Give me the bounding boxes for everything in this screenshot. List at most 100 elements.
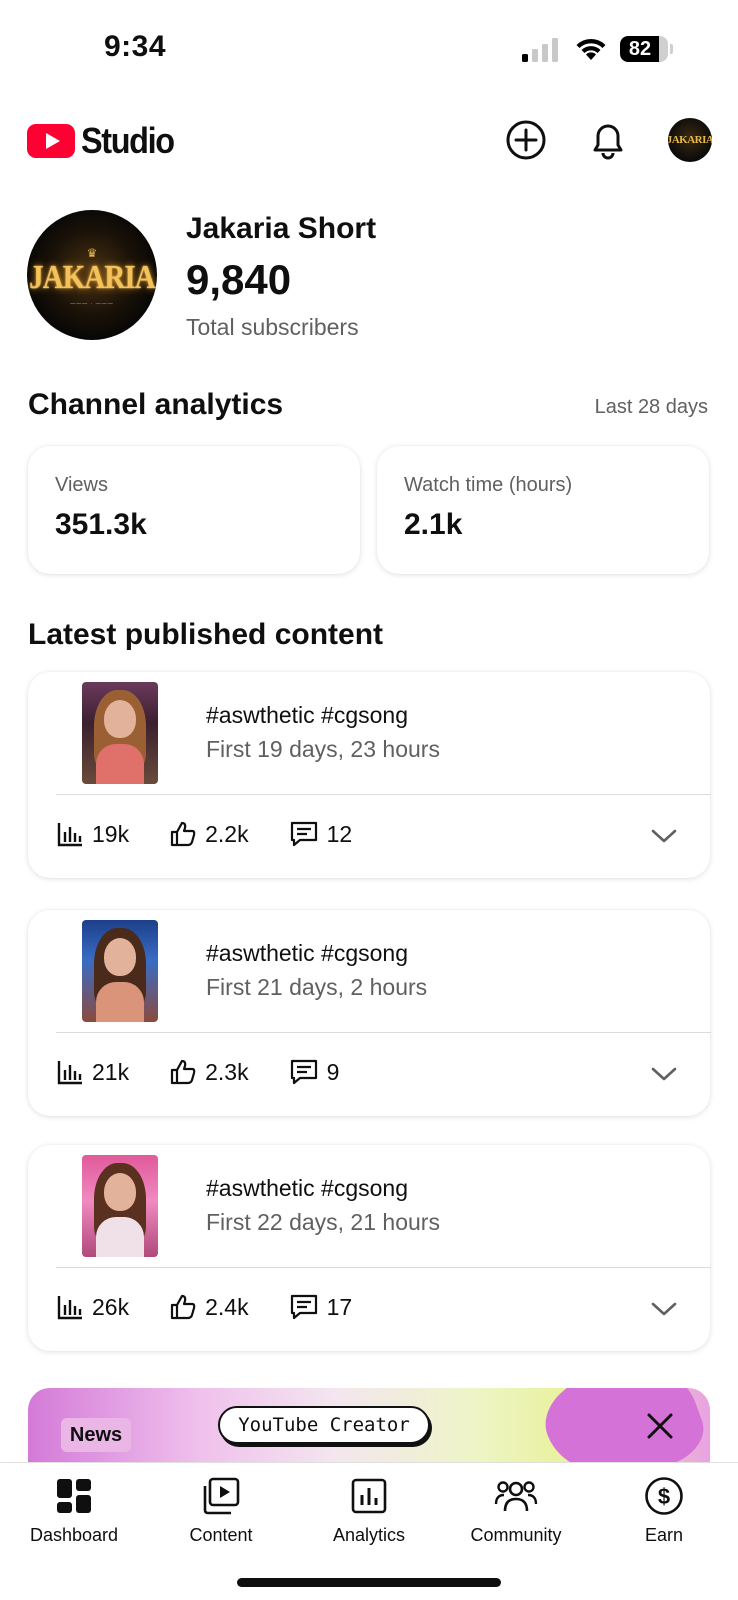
views-count: 19k [92,820,130,847]
chevron-down-icon [651,829,677,843]
news-banner[interactable]: News YouTube Creator [28,1388,710,1462]
cellular-signal-icon [522,38,558,62]
video-title: #aswthetic #cgsong [206,702,409,728]
nav-dashboard[interactable]: Dashboard [0,1473,148,1557]
likes-count: 2.3k [205,1058,249,1085]
likes-count: 2.4k [205,1293,249,1320]
video-metrics: 19k 2.2k 12 [56,816,392,852]
likes-metric: 2.4k [169,1293,249,1321]
views-metric: 21k [56,1058,129,1086]
likes-count: 2.2k [205,820,249,847]
channel-avatar[interactable]: ♛ JAKARIA ——— · ——— [27,210,157,340]
chevron-down-icon [651,1067,677,1081]
bar-chart-icon [57,823,82,847]
analytics-icon [351,1478,387,1514]
avatar-tagline-graphic: ——— · ——— [70,301,114,307]
nav-earn[interactable]: $ Earn [590,1473,738,1557]
views-card[interactable]: Views 351.3k [28,446,360,574]
likes-metric: 2.3k [169,1058,249,1086]
community-icon [494,1481,538,1512]
video-period: First 21 days, 2 hours [206,974,428,1000]
status-bar: 9:34 82 [0,0,738,100]
nav-content[interactable]: Content [147,1473,295,1557]
video-thumbnail[interactable] [82,1155,158,1257]
views-count: 21k [92,1058,130,1085]
nav-label: Earn [644,1525,684,1545]
comment-icon [290,1294,317,1320]
comments-count: 17 [326,1293,353,1320]
analytics-period: Last 28 days [594,396,708,418]
app-header: Studio JAKARIA [0,108,738,172]
battery-percent: 82 [628,38,652,60]
video-period: First 19 days, 23 hours [206,736,440,762]
views-count: 26k [92,1293,130,1320]
earn-icon: $ [645,1477,683,1515]
battery-indicator: 82 [620,36,673,62]
views-value: 351.3k [55,508,147,541]
content-icon [203,1477,240,1515]
nav-analytics[interactable]: Analytics [295,1473,443,1557]
comments-metric: 12 [289,820,353,848]
nav-label: Community [470,1525,562,1545]
views-label: Views [55,474,108,496]
status-time: 9:34 [104,30,167,63]
content-card[interactable]: #aswthetic #cgsong First 22 days, 21 hou… [28,1145,711,1351]
latest-content-title: Latest published content [28,618,384,651]
bell-icon [593,124,623,160]
views-metric: 26k [56,1293,129,1321]
channel-avatar-logo: JAKARIA [29,259,156,296]
chevron-down-icon [651,1302,677,1316]
content-card[interactable]: #aswthetic #cgsong First 21 days, 2 hour… [28,910,711,1116]
video-period: First 22 days, 21 hours [206,1209,440,1235]
video-thumbnail[interactable] [82,682,158,784]
comments-count: 12 [326,820,353,847]
comment-icon [290,1059,317,1085]
likes-metric: 2.2k [169,820,249,848]
svg-text:$: $ [658,1484,670,1509]
comments-metric: 17 [289,1293,353,1321]
card-divider [56,794,711,795]
logo-text: Studio [81,120,175,161]
account-avatar[interactable]: JAKARIA [668,118,712,162]
video-title: #aswthetic #cgsong [206,1175,409,1201]
crown-icon: ♛ [86,246,98,260]
create-icon [506,120,546,160]
youtube-logo-icon [27,124,75,158]
youtube-creator-pill: YouTube Creator [218,1406,430,1444]
subscriber-count: 9,840 [186,256,292,303]
video-title: #aswthetic #cgsong [206,940,409,966]
notifications-button[interactable] [584,116,632,164]
watch-time-label: Watch time (hours) [404,474,573,496]
close-icon [647,1413,673,1439]
expand-button[interactable] [646,1291,682,1327]
home-indicator [237,1578,501,1587]
comments-metric: 9 [289,1058,340,1086]
news-tag: News [61,1418,131,1452]
expand-button[interactable] [646,1056,682,1092]
nav-label: Dashboard [29,1525,119,1545]
channel-analytics-title: Channel analytics [28,388,284,421]
nav-community[interactable]: Community [442,1473,590,1557]
wifi-icon [576,38,606,60]
expand-button[interactable] [646,818,682,854]
card-divider [56,1032,711,1033]
watch-time-value: 2.1k [404,508,463,541]
comment-icon [290,821,317,847]
create-button[interactable] [502,116,550,164]
comments-count: 9 [326,1058,340,1085]
nav-label: Content [189,1525,253,1545]
thumbs-up-icon [170,1294,196,1320]
banner-close-button[interactable] [646,1412,674,1445]
nav-label: Analytics [332,1525,406,1545]
studio-logo[interactable]: Studio [27,120,184,162]
banner-decoration [533,1388,710,1462]
content-card[interactable]: #aswthetic #cgsong First 19 days, 23 hou… [28,672,711,878]
card-divider [56,1267,711,1268]
watch-time-card[interactable]: Watch time (hours) 2.1k [377,446,709,574]
video-metrics: 26k 2.4k 17 [56,1289,392,1325]
subscriber-label: Total subscribers [186,314,359,340]
thumbs-up-icon [170,1059,196,1085]
channel-name: Jakaria Short [186,212,377,245]
channel-avatar-icon: JAKARIA [668,134,712,146]
video-thumbnail[interactable] [82,920,158,1022]
